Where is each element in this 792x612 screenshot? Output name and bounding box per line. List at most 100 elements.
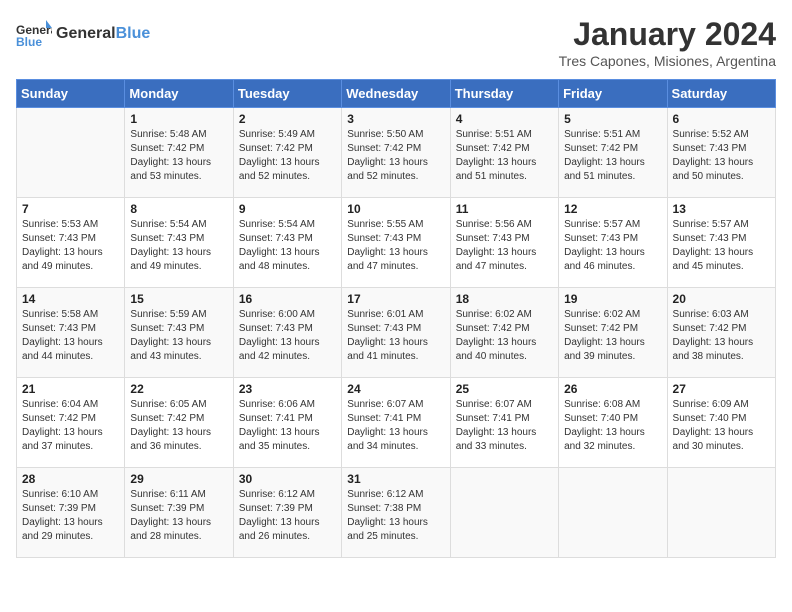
calendar-cell: 19Sunrise: 6:02 AMSunset: 7:42 PMDayligh… <box>559 288 667 378</box>
day-info: Sunrise: 5:51 AMSunset: 7:42 PMDaylight:… <box>564 128 661 184</box>
calendar-cell <box>667 468 775 558</box>
calendar-cell: 10 Sunrise: 5:55 AMSunset: 7:43 PMDayligh… <box>342 198 450 288</box>
day-info: Sunrise: 5:56 AMSunset: 7:43 PMDaylight:… <box>456 218 553 274</box>
logo: General Blue GeneralBlue <box>16 16 150 52</box>
calendar-cell: 16 Sunrise: 6:00 AMSunset: 7:43 PMDayligh… <box>233 288 341 378</box>
day-info: Sunrise: 6:03 AMSunset: 7:42 PMDaylight:… <box>673 308 770 364</box>
calendar-cell: 5 Sunrise: 5:51 AMSunset: 7:42 PMDaylight… <box>559 108 667 198</box>
logo-general: General <box>56 25 116 42</box>
calendar-cell: 6 Sunrise: 5:52 AMSunset: 7:43 PMDaylight… <box>667 108 775 198</box>
calendar-cell: 12 Sunrise: 5:57 AMSunset: 7:43 PMDayligh… <box>559 198 667 288</box>
calendar-table: SundayMondayTuesdayWednesdayThursdayFrid… <box>16 79 776 558</box>
calendar-cell: 1 Sunrise: 5:48 AMSunset: 7:42 PMDaylight… <box>125 108 233 198</box>
calendar-cell: 4 Sunrise: 5:51 AMSunset: 7:42 PMDaylight… <box>450 108 558 198</box>
day-number: 26 <box>564 382 661 396</box>
day-info: Sunrise: 5:52 AMSunset: 7:43 PMDaylight:… <box>673 128 770 184</box>
day-number: 23 <box>239 382 336 396</box>
day-info: Sunrise: 5:54 AMSunset: 7:43 PMDaylight:… <box>130 218 227 274</box>
day-info: Sunrise: 5:51 AMSunset: 7:42 PMDaylight:… <box>456 128 553 184</box>
calendar-cell: 13Sunrise: 5:57 AMSunset: 7:43 PMDayligh… <box>667 198 775 288</box>
day-number: 27 <box>673 382 770 396</box>
title-area: January 2024 Tres Capones, Misiones, Arg… <box>559 16 776 69</box>
calendar-cell: 8Sunrise: 5:54 AMSunset: 7:43 PMDaylight… <box>125 198 233 288</box>
week-row-3: 14 Sunrise: 5:58 AMSunset: 7:43 PMDayligh… <box>17 288 776 378</box>
logo-blue: Blue <box>116 25 151 42</box>
calendar-cell: 27Sunrise: 6:09 AMSunset: 7:40 PMDayligh… <box>667 378 775 468</box>
calendar-cell: 26Sunrise: 6:08 AMSunset: 7:40 PMDayligh… <box>559 378 667 468</box>
day-number: 15 <box>130 292 227 306</box>
calendar-cell: 2 Sunrise: 5:49 AMSunset: 7:42 PMDaylight… <box>233 108 341 198</box>
calendar-cell: 17Sunrise: 6:01 AMSunset: 7:43 PMDayligh… <box>342 288 450 378</box>
logo-icon: General Blue <box>16 16 52 52</box>
day-info: Sunrise: 5:58 AMSunset: 7:43 PMDaylight:… <box>22 308 119 364</box>
svg-text:Blue: Blue <box>16 35 42 49</box>
day-number: 6 <box>673 112 770 126</box>
calendar-cell: 14 Sunrise: 5:58 AMSunset: 7:43 PMDayligh… <box>17 288 125 378</box>
day-number: 2 <box>239 112 336 126</box>
calendar-cell: 29Sunrise: 6:11 AMSunset: 7:39 PMDayligh… <box>125 468 233 558</box>
weekday-header-thursday: Thursday <box>450 80 558 108</box>
day-info: Sunrise: 5:49 AMSunset: 7:42 PMDaylight:… <box>239 128 336 184</box>
weekday-header-saturday: Saturday <box>667 80 775 108</box>
day-info: Sunrise: 5:55 AMSunset: 7:43 PMDaylight:… <box>347 218 444 274</box>
weekday-header-sunday: Sunday <box>17 80 125 108</box>
day-number: 5 <box>564 112 661 126</box>
day-number: 3 <box>347 112 444 126</box>
day-number: 22 <box>130 382 227 396</box>
page-header: General Blue GeneralBlue January 2024 Tr… <box>16 16 776 69</box>
day-number: 4 <box>456 112 553 126</box>
day-number: 24 <box>347 382 444 396</box>
day-number: 10 <box>347 202 444 216</box>
day-number: 14 <box>22 292 119 306</box>
day-info: Sunrise: 6:05 AMSunset: 7:42 PMDaylight:… <box>130 398 227 454</box>
day-number: 21 <box>22 382 119 396</box>
day-info: Sunrise: 5:48 AMSunset: 7:42 PMDaylight:… <box>130 128 227 184</box>
day-number: 30 <box>239 472 336 486</box>
calendar-cell <box>559 468 667 558</box>
calendar-cell: 18 Sunrise: 6:02 AMSunset: 7:42 PMDayligh… <box>450 288 558 378</box>
day-info: Sunrise: 6:00 AMSunset: 7:43 PMDaylight:… <box>239 308 336 364</box>
day-number: 31 <box>347 472 444 486</box>
weekday-header-wednesday: Wednesday <box>342 80 450 108</box>
day-info: Sunrise: 5:50 AMSunset: 7:42 PMDaylight:… <box>347 128 444 184</box>
day-info: Sunrise: 6:02 AMSunset: 7:42 PMDaylight:… <box>564 308 661 364</box>
day-number: 25 <box>456 382 553 396</box>
day-number: 20 <box>673 292 770 306</box>
day-number: 16 <box>239 292 336 306</box>
calendar-cell: 3 Sunrise: 5:50 AMSunset: 7:42 PMDaylight… <box>342 108 450 198</box>
day-info: Sunrise: 6:04 AMSunset: 7:42 PMDaylight:… <box>22 398 119 454</box>
calendar-cell: 28 Sunrise: 6:10 AMSunset: 7:39 PMDayligh… <box>17 468 125 558</box>
day-info: Sunrise: 6:06 AMSunset: 7:41 PMDaylight:… <box>239 398 336 454</box>
day-info: Sunrise: 5:59 AMSunset: 7:43 PMDaylight:… <box>130 308 227 364</box>
weekday-header-row: SundayMondayTuesdayWednesdayThursdayFrid… <box>17 80 776 108</box>
week-row-2: 7Sunrise: 5:53 AMSunset: 7:43 PMDaylight… <box>17 198 776 288</box>
day-number: 9 <box>239 202 336 216</box>
day-number: 28 <box>22 472 119 486</box>
weekday-header-monday: Monday <box>125 80 233 108</box>
day-info: Sunrise: 6:07 AMSunset: 7:41 PMDaylight:… <box>456 398 553 454</box>
day-info: Sunrise: 6:02 AMSunset: 7:42 PMDaylight:… <box>456 308 553 364</box>
day-number: 18 <box>456 292 553 306</box>
day-info: Sunrise: 5:54 AMSunset: 7:43 PMDaylight:… <box>239 218 336 274</box>
day-info: Sunrise: 6:12 AMSunset: 7:39 PMDaylight:… <box>239 488 336 544</box>
calendar-cell: 30 Sunrise: 6:12 AMSunset: 7:39 PMDayligh… <box>233 468 341 558</box>
calendar-cell: 25 Sunrise: 6:07 AMSunset: 7:41 PMDayligh… <box>450 378 558 468</box>
calendar-cell: 22 Sunrise: 6:05 AMSunset: 7:42 PMDayligh… <box>125 378 233 468</box>
calendar-cell: 23 Sunrise: 6:06 AMSunset: 7:41 PMDayligh… <box>233 378 341 468</box>
day-info: Sunrise: 5:57 AMSunset: 7:43 PMDaylight:… <box>564 218 661 274</box>
calendar-cell: 7Sunrise: 5:53 AMSunset: 7:43 PMDaylight… <box>17 198 125 288</box>
day-number: 1 <box>130 112 227 126</box>
week-row-4: 21 Sunrise: 6:04 AMSunset: 7:42 PMDayligh… <box>17 378 776 468</box>
day-info: Sunrise: 6:12 AMSunset: 7:38 PMDaylight:… <box>347 488 444 544</box>
calendar-subtitle: Tres Capones, Misiones, Argentina <box>559 53 776 69</box>
day-info: Sunrise: 6:10 AMSunset: 7:39 PMDaylight:… <box>22 488 119 544</box>
day-info: Sunrise: 6:11 AMSunset: 7:39 PMDaylight:… <box>130 488 227 544</box>
calendar-title: January 2024 <box>559 16 776 53</box>
day-info: Sunrise: 6:01 AMSunset: 7:43 PMDaylight:… <box>347 308 444 364</box>
weekday-header-friday: Friday <box>559 80 667 108</box>
day-number: 12 <box>564 202 661 216</box>
day-info: Sunrise: 5:57 AMSunset: 7:43 PMDaylight:… <box>673 218 770 274</box>
day-info: Sunrise: 5:53 AMSunset: 7:43 PMDaylight:… <box>22 218 119 274</box>
calendar-cell: 31 Sunrise: 6:12 AMSunset: 7:38 PMDayligh… <box>342 468 450 558</box>
calendar-cell: 24Sunrise: 6:07 AMSunset: 7:41 PMDayligh… <box>342 378 450 468</box>
